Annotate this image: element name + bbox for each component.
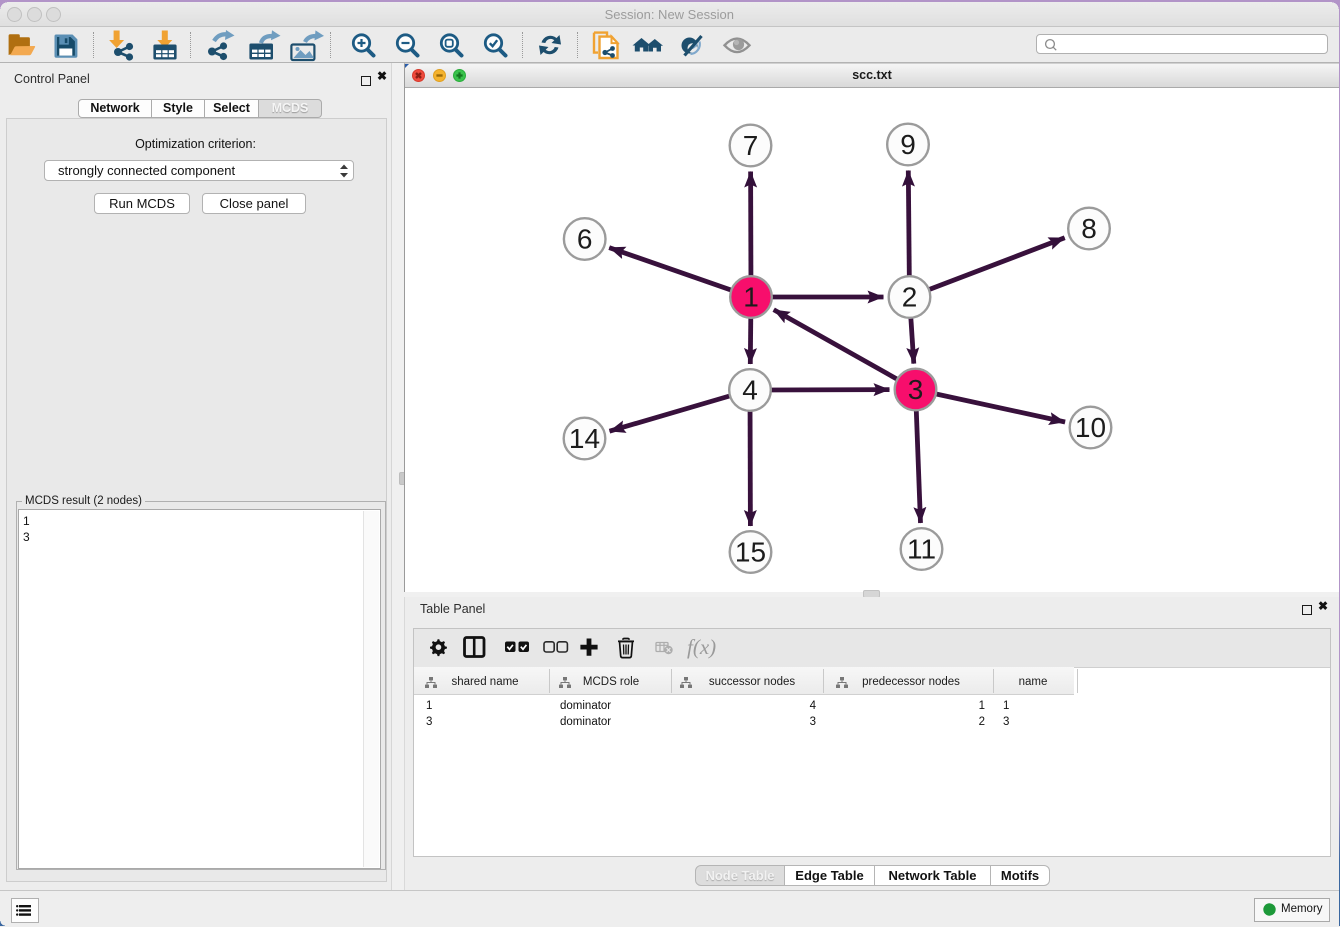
- svg-text:11: 11: [907, 534, 936, 565]
- svg-text:f(x): f(x): [687, 635, 716, 659]
- svg-text:4: 4: [742, 375, 758, 406]
- svg-text:15: 15: [735, 537, 766, 568]
- svg-text:14: 14: [569, 423, 600, 454]
- svg-text:2: 2: [902, 282, 918, 313]
- svg-text:3: 3: [908, 374, 924, 405]
- svg-text:7: 7: [743, 130, 759, 161]
- svg-text:6: 6: [577, 224, 593, 255]
- svg-text:1: 1: [743, 282, 759, 313]
- svg-text:10: 10: [1075, 412, 1106, 443]
- svg-text:8: 8: [1081, 213, 1097, 244]
- svg-text:9: 9: [900, 129, 916, 160]
